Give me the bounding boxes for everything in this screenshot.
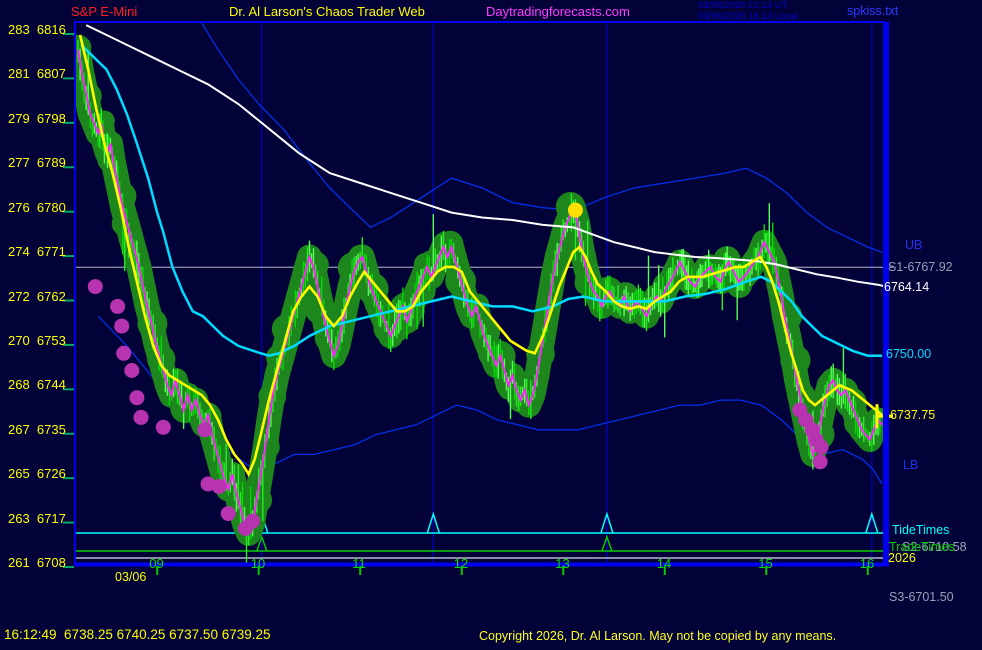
- page-title: Dr. Al Larson's Chaos Trader Web: [229, 5, 425, 19]
- symbol-label: S&P E-Mini: [71, 5, 137, 19]
- price-chart: [0, 0, 982, 650]
- chart-window: 283 6816281 6807279 6798277 6789276 6780…: [0, 0, 982, 650]
- copyright-line: Copyright 2026, Dr. Al Larson. May not b…: [479, 630, 836, 644]
- site-link[interactable]: Daytradingforecasts.com: [486, 5, 630, 19]
- quote-line: 16:12:49 6738.25 6740.25 6737.50 6739.25: [4, 628, 271, 643]
- chart-canvas: [0, 0, 982, 650]
- timestamp-local: 03/06/2026 16:13 Local: [698, 12, 797, 22]
- data-file-link[interactable]: spkiss.txt: [847, 5, 898, 19]
- date-label: 03/06: [115, 571, 146, 585]
- timestamp-ut: 03/06/2026 21:13 UT: [698, 1, 787, 11]
